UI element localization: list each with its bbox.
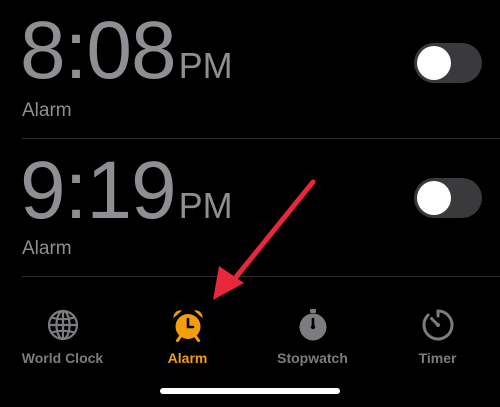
tab-alarm[interactable]: Alarm bbox=[125, 307, 250, 366]
alarm-toggle[interactable] bbox=[414, 178, 482, 218]
tab-label: Stopwatch bbox=[277, 350, 348, 366]
tab-label: Alarm bbox=[167, 350, 208, 366]
alarm-time: 9:19PM bbox=[20, 150, 233, 232]
toggle-knob bbox=[417, 46, 451, 80]
tab-label: Timer bbox=[418, 350, 457, 366]
alarm-label: Alarm bbox=[22, 100, 72, 121]
tab-stopwatch[interactable]: Stopwatch bbox=[250, 307, 375, 366]
home-indicator[interactable] bbox=[160, 388, 340, 394]
alarm-row-1[interactable]: 8:08PM Alarm bbox=[0, 0, 500, 138]
alarm-toggle[interactable] bbox=[414, 43, 482, 83]
globe-icon bbox=[47, 309, 78, 341]
tab-label: World Clock bbox=[21, 350, 104, 366]
tab-world-clock[interactable]: World Clock bbox=[0, 307, 125, 366]
alarm-time-period: PM bbox=[178, 185, 233, 226]
alarm-time-digits: 9:19 bbox=[20, 145, 177, 236]
alarm-label: Alarm bbox=[22, 238, 72, 259]
divider bbox=[22, 138, 500, 139]
alarm-time: 8:08PM bbox=[20, 10, 233, 92]
alarm-time-digits: 8:08 bbox=[20, 5, 177, 96]
alarm-time-period: PM bbox=[178, 45, 233, 86]
toggle-knob bbox=[417, 181, 451, 215]
timer-icon bbox=[422, 309, 453, 341]
alarm-clock-icon bbox=[172, 310, 203, 342]
stopwatch-icon bbox=[299, 309, 326, 341]
tab-timer[interactable]: Timer bbox=[375, 307, 500, 366]
